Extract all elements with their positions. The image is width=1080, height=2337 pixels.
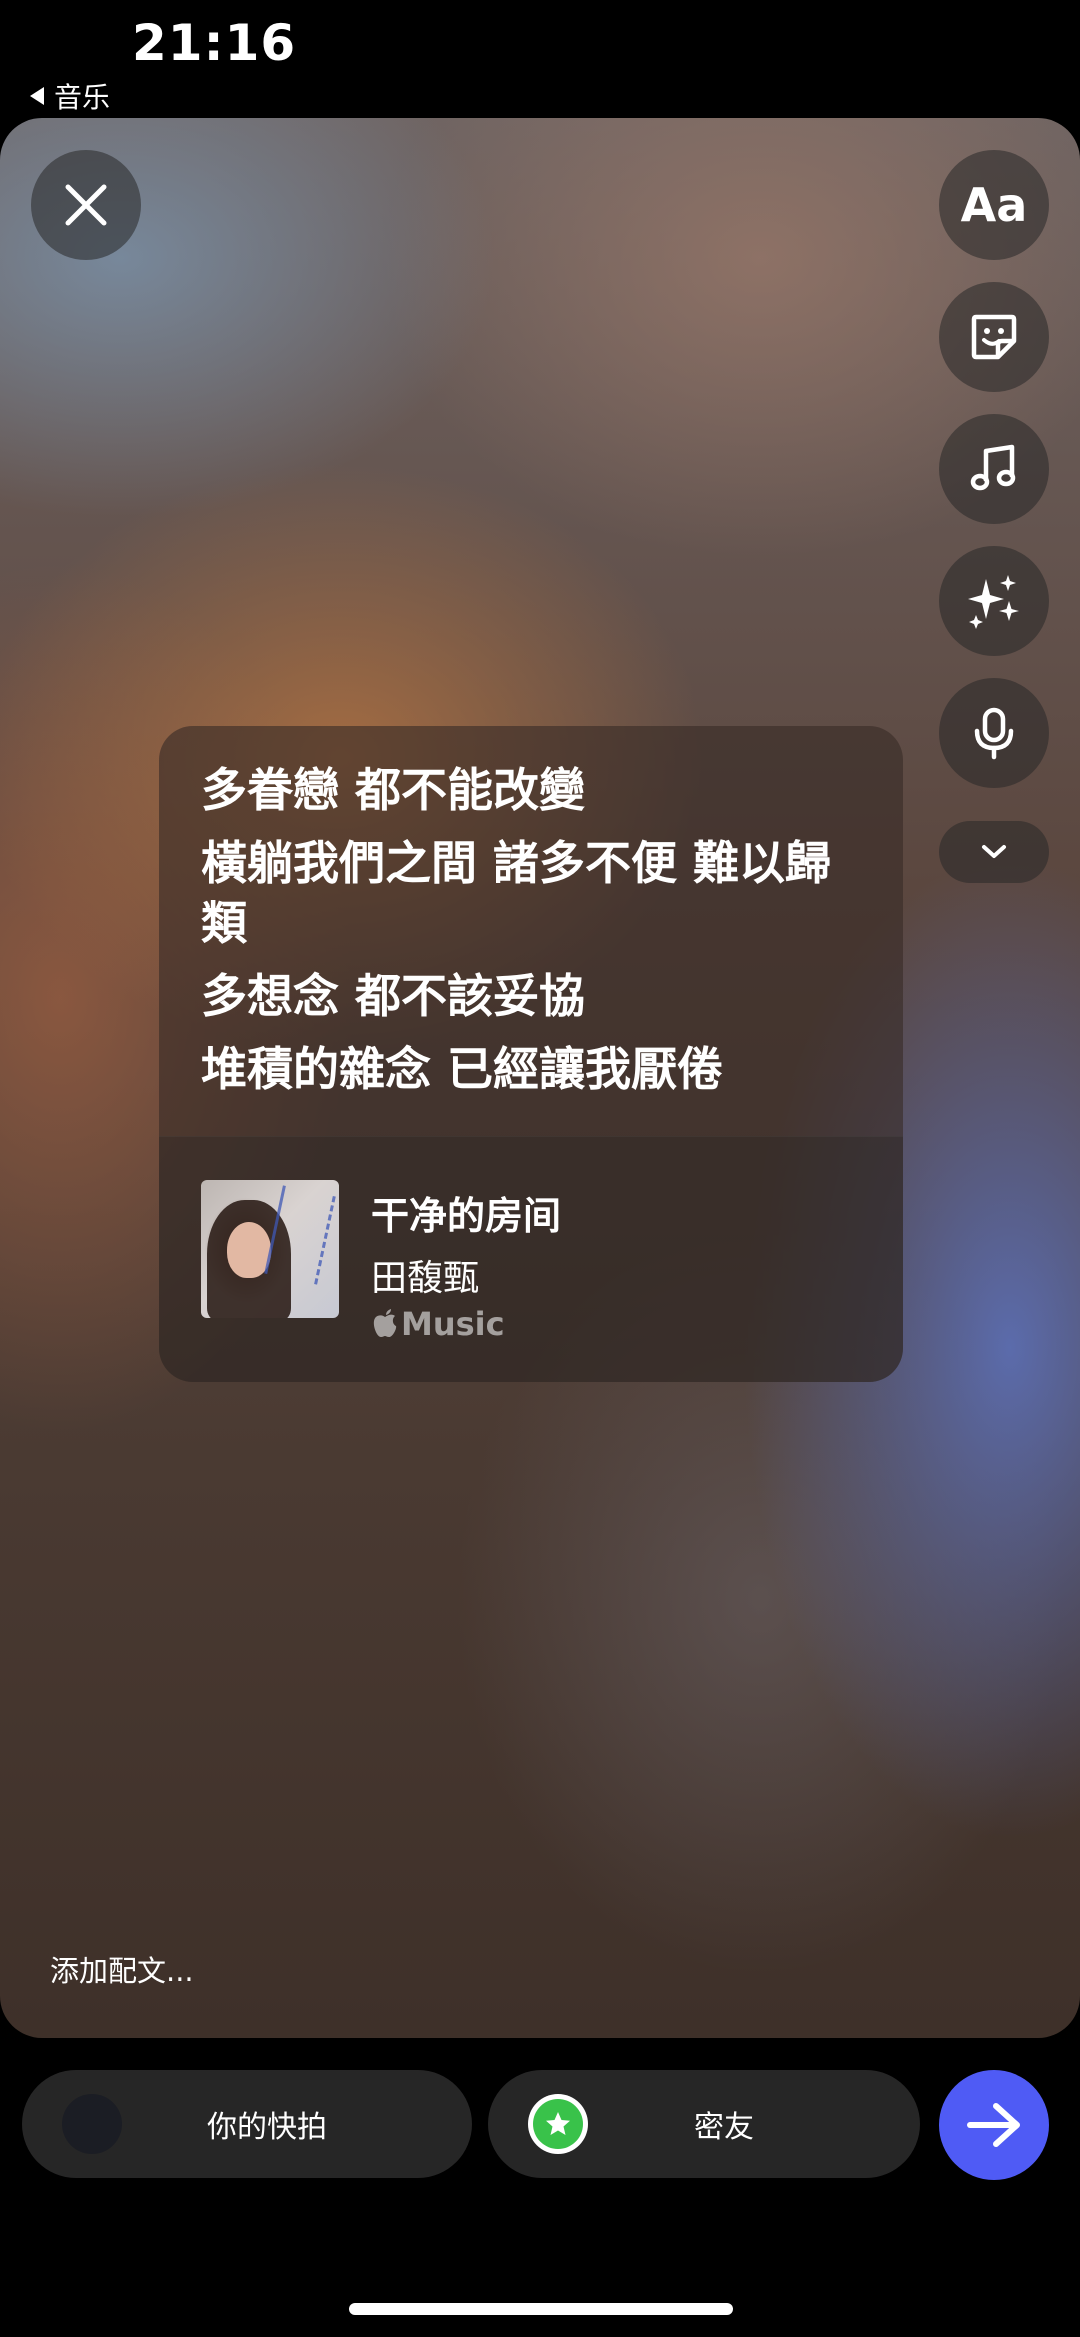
music-tool-button[interactable]	[939, 414, 1049, 524]
effects-tool-button[interactable]	[939, 546, 1049, 656]
sticker-tool-button[interactable]	[939, 282, 1049, 392]
your-story-button[interactable]: 你的快拍	[22, 2070, 472, 2178]
back-app-label: 音乐	[54, 81, 111, 114]
story-canvas[interactable]: Aa 多眷戀 都不能改變 橫躺我們之間 諸多不便 難以歸類 多想念 都不該妥協 …	[0, 118, 1080, 2038]
microphone-icon	[974, 707, 1014, 760]
close-friends-badge	[528, 2094, 588, 2154]
chevron-down-icon	[982, 845, 1006, 858]
arrow-right-icon	[967, 2103, 1020, 2147]
song-artist: 田馥甄	[371, 1258, 480, 1299]
home-indicator[interactable]	[349, 2303, 733, 2315]
back-arrow-icon	[30, 87, 44, 105]
text-tool-label: Aa	[960, 178, 1028, 232]
song-title: 干净的房间	[371, 1194, 562, 1238]
lyric-line: 多眷戀 都不能改變	[201, 763, 586, 817]
apple-music-label: Music	[401, 1305, 505, 1343]
lyrics-sticker[interactable]: 多眷戀 都不能改變 橫躺我們之間 諸多不便 難以歸類 多想念 都不該妥協 堆積的…	[159, 726, 903, 1382]
sticker-icon	[971, 314, 1017, 360]
close-button[interactable]	[31, 150, 141, 260]
caption-input[interactable]: 添加配文...	[50, 1948, 194, 1990]
text-tool-button[interactable]: Aa	[939, 150, 1049, 260]
microphone-tool-button[interactable]	[939, 678, 1049, 788]
lyric-line: 多想念 都不該妥協	[201, 969, 586, 1023]
back-to-app-link[interactable]: 音乐	[30, 76, 110, 116]
collapse-tools-button[interactable]	[939, 821, 1049, 883]
star-icon	[546, 2112, 570, 2135]
apple-logo-icon	[373, 1309, 397, 1337]
album-cover	[201, 1180, 339, 1318]
lyric-line: 橫躺我們之間 諸多不便 難以歸類	[201, 836, 832, 950]
status-time: 21:16	[132, 14, 297, 72]
close-icon	[65, 184, 107, 226]
lyric-line: 堆積的雜念 已經讓我厭倦	[201, 1042, 724, 1096]
song-info: 干净的房间 田馥甄 Music	[159, 1136, 903, 1382]
avatar	[62, 2094, 122, 2154]
apple-music-logo: Music	[371, 1305, 505, 1343]
music-note-icon	[970, 444, 1016, 491]
sparkles-icon	[968, 575, 1019, 629]
close-friends-button[interactable]: 密友	[488, 2070, 920, 2178]
send-button[interactable]	[939, 2070, 1049, 2180]
lyrics-block: 多眷戀 都不能改變 橫躺我們之間 諸多不便 難以歸類 多想念 都不該妥協 堆積的…	[159, 726, 903, 1102]
story-editor-screen: 21:16 音乐 Aa 多眷戀 都不能改變 橫躺我們之間 諸多不便 難以歸類 多…	[0, 0, 1080, 2337]
